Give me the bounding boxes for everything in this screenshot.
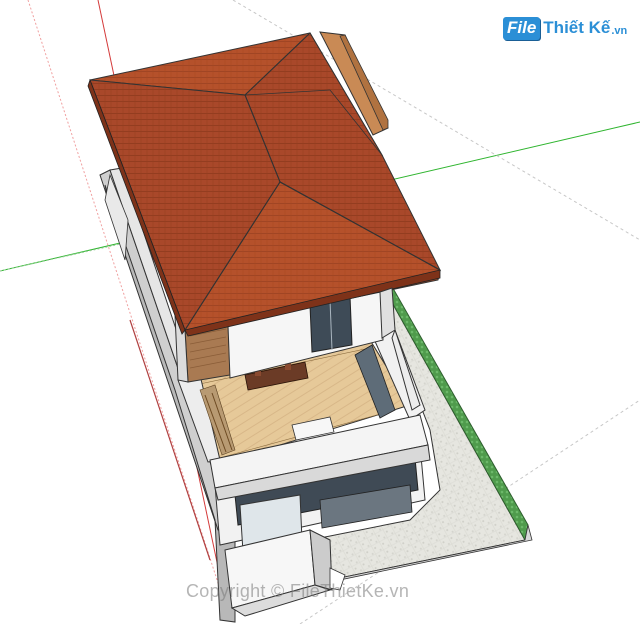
sketchup-viewport[interactable]: File Thiết Kế .vn Copyright © FileThietK… — [0, 0, 640, 624]
copyright-watermark: Copyright © FileThietKe.vn — [186, 581, 410, 601]
logo-badge: File — [503, 16, 541, 40]
logo-name: Thiết Kế — [543, 18, 611, 37]
logo-suffix: .vn — [611, 25, 628, 37]
filethietke-logo: File Thiết Kế .vn — [503, 14, 627, 42]
house-3d-model[interactable] — [0, 0, 640, 624]
